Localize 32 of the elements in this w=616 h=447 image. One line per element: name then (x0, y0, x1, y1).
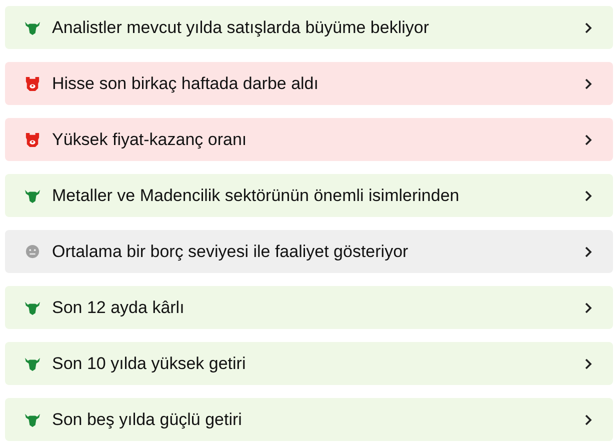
bull-icon (25, 356, 40, 371)
insight-row[interactable]: Son 12 ayda kârlı (5, 286, 613, 329)
insight-text: Ortalama bir borç seviyesi ile faaliyet gösteriyor (52, 242, 410, 262)
insight-row[interactable]: Son beş yılda güçlü getiri (5, 398, 613, 441)
insight-row[interactable]: Yüksek fiyat-kazanç oranı (5, 118, 613, 161)
chevron-right-icon (583, 246, 593, 258)
insight-text: Son 12 ayda kârlı (52, 298, 186, 318)
bull-icon (25, 188, 40, 203)
insight-text: Analistler mevcut yılda satışlarda büyüme bekliyor (52, 18, 430, 38)
chevron-right-icon (583, 414, 593, 426)
bull-icon (25, 300, 40, 315)
insight-text: Hisse son birkaç haftada darbe aldı (52, 74, 320, 94)
chevron-right-icon (583, 134, 593, 146)
neutral-face-icon (25, 244, 40, 259)
chevron-right-icon (583, 190, 593, 202)
chevron-right-icon (583, 358, 593, 370)
insight-row[interactable]: Metaller ve Madencilik sektörünün önemli isimlerinden (5, 174, 613, 217)
chevron-right-icon (583, 302, 593, 314)
bear-icon (25, 76, 40, 91)
bull-icon (25, 20, 40, 35)
insight-row[interactable]: Son 10 yılda yüksek getiri (5, 342, 613, 385)
bear-icon (25, 132, 40, 147)
bull-icon (25, 412, 40, 427)
insight-text: Son 10 yılda yüksek getiri (52, 354, 247, 374)
insight-text: Son beş yılda güçlü getiri (52, 410, 243, 430)
chevron-right-icon (583, 78, 593, 90)
insight-row[interactable]: Ortalama bir borç seviyesi ile faaliyet gösteriyor (5, 230, 613, 273)
insight-text: Metaller ve Madencilik sektörünün önemli isimlerinden (52, 186, 460, 206)
chevron-right-icon (583, 22, 593, 34)
insight-text: Yüksek fiyat-kazanç oranı (52, 130, 248, 150)
insight-row[interactable]: Hisse son birkaç haftada darbe aldı (5, 62, 613, 105)
insight-row[interactable]: Analistler mevcut yılda satışlarda büyüme bekliyor (5, 6, 613, 49)
